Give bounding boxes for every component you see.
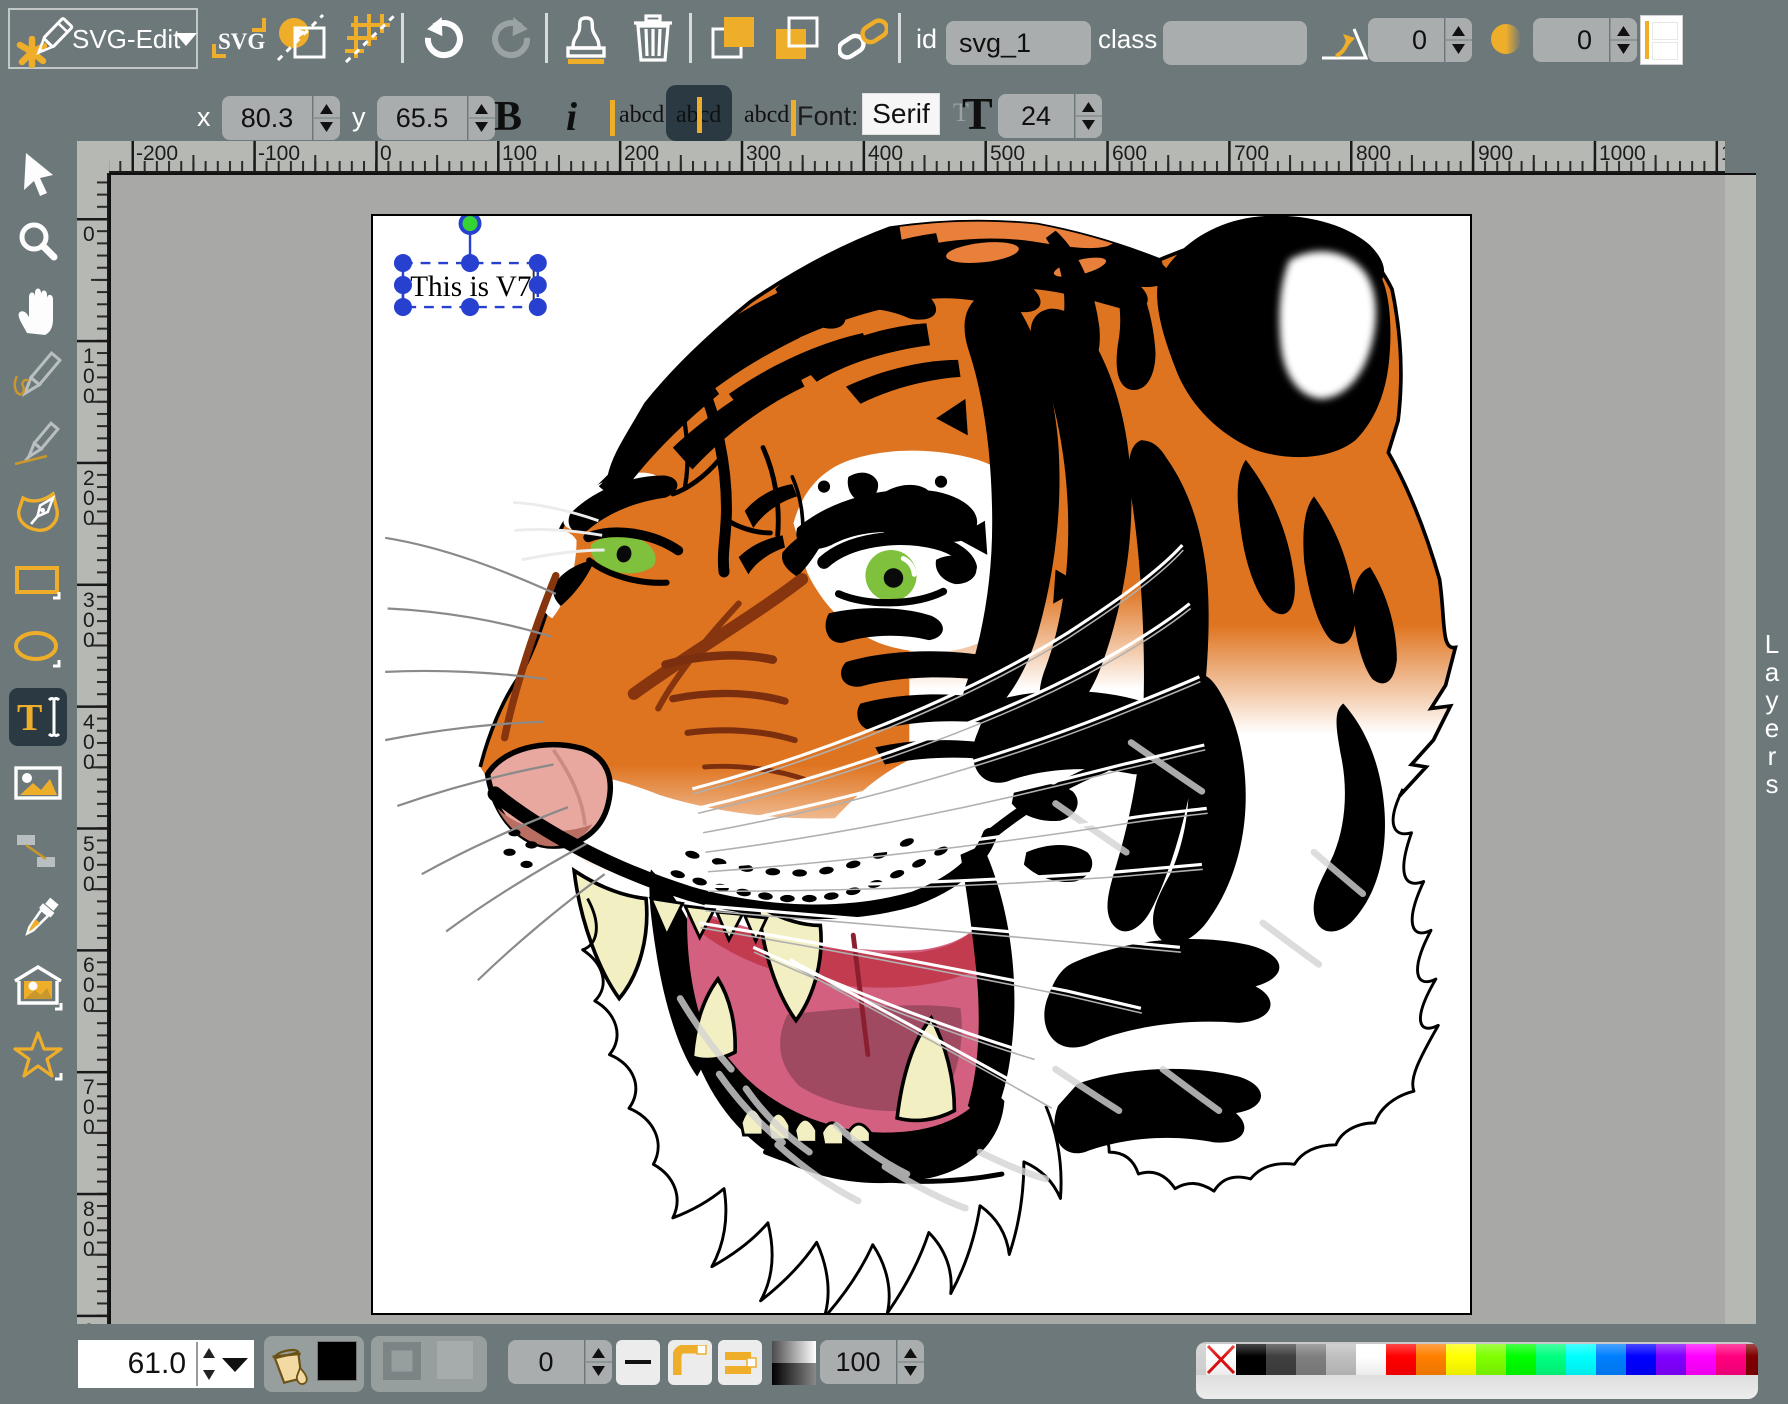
svg-text:T: T [17, 697, 42, 739]
svg-text:500: 500 [990, 142, 1025, 165]
svg-text:0: 0 [83, 223, 95, 246]
svg-text:0: 0 [83, 751, 95, 774]
svg-text:0: 0 [83, 507, 95, 530]
svg-text:700: 700 [1234, 142, 1269, 165]
svg-text:100: 100 [502, 142, 537, 165]
svg-text:-100: -100 [258, 142, 300, 165]
svg-text:This is V7: This is V7 [410, 271, 531, 303]
svg-text:1100: 1100 [1721, 142, 1725, 165]
svg-text:1000: 1000 [1599, 142, 1646, 165]
svg-text:900: 900 [1478, 142, 1513, 165]
svg-text:SVG: SVG [218, 29, 265, 54]
svg-text:0: 0 [83, 629, 95, 652]
svg-text:200: 200 [624, 142, 659, 165]
svg-text:0: 0 [83, 873, 95, 896]
svg-text:0: 0 [83, 994, 95, 1017]
svg-text:0: 0 [83, 1238, 95, 1261]
svg-text:300: 300 [746, 142, 781, 165]
svg-text:800: 800 [1356, 142, 1391, 165]
svg-text:400: 400 [868, 142, 903, 165]
svg-text:0: 0 [83, 1116, 95, 1139]
svg-text:0: 0 [380, 142, 392, 165]
svg-text:600: 600 [1112, 142, 1147, 165]
svg-text:-200: -200 [136, 142, 178, 165]
svg-text:0: 0 [83, 385, 95, 408]
